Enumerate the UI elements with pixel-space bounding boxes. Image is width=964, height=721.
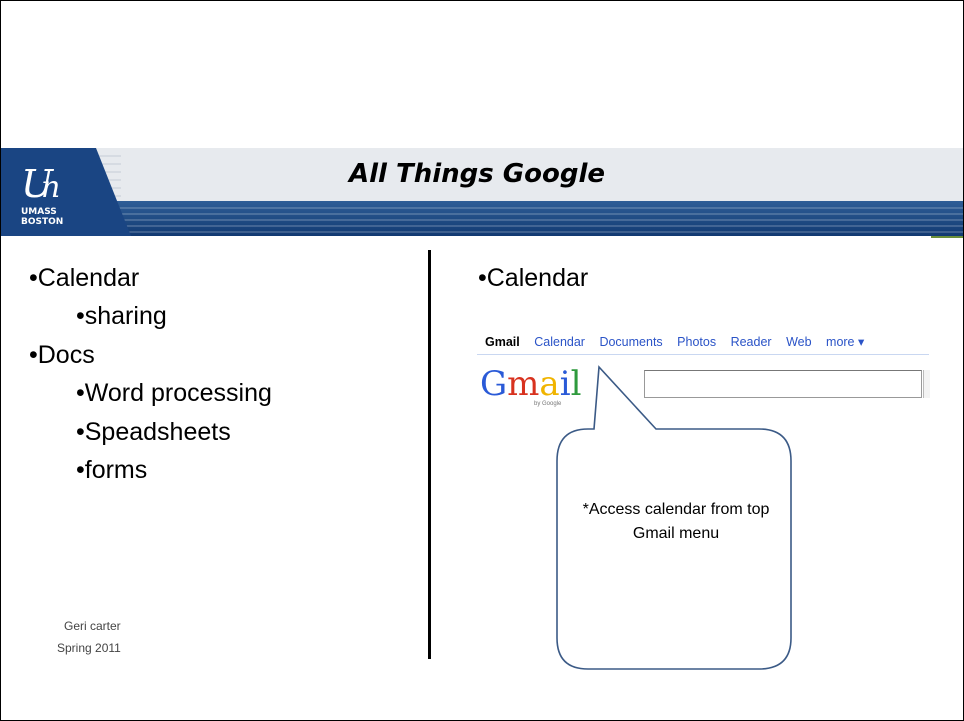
gmail-logo: Gmail xyxy=(480,364,582,404)
nav-separator xyxy=(477,354,929,355)
list-item: •Calendar xyxy=(29,264,140,292)
nav-gmail[interactable]: Gmail xyxy=(485,335,520,349)
column-divider xyxy=(428,250,431,659)
accent-line xyxy=(931,236,963,238)
nav-reader[interactable]: Reader xyxy=(731,335,772,349)
slide: U n UMASS BOSTON All Things Google •Cale… xyxy=(0,0,964,721)
list-item: •Docs xyxy=(29,341,95,369)
gmail-search-input[interactable] xyxy=(644,370,922,398)
nav-photos[interactable]: Photos xyxy=(677,335,716,349)
callout-text: *Access calendar from top Gmail menu xyxy=(582,501,770,542)
list-item: •sharing xyxy=(76,302,167,330)
svg-text:n: n xyxy=(41,170,60,205)
nav-documents[interactable]: Documents xyxy=(599,335,662,349)
gmail-top-menu: Gmail Calendar Documents Photos Reader W… xyxy=(485,334,875,349)
nav-web[interactable]: Web xyxy=(786,335,811,349)
callout-bubble xyxy=(556,365,792,670)
nav-calendar[interactable]: Calendar xyxy=(534,335,585,349)
slide-title: All Things Google xyxy=(349,159,606,189)
logo-line1: UMASS xyxy=(21,207,57,217)
list-item: •forms xyxy=(76,456,148,484)
footer-author: Geri carter xyxy=(64,619,121,633)
list-item: •Word processing xyxy=(76,379,272,407)
gmail-search-edge xyxy=(923,370,930,398)
footer-term: Spring 2011 xyxy=(57,641,121,655)
list-item: •Speadsheets xyxy=(76,418,231,446)
gmail-logo-byline: by Google xyxy=(534,401,562,407)
nav-more[interactable]: more ▾ xyxy=(826,335,864,349)
umass-boston-logo: U n UMASS BOSTON xyxy=(21,162,63,227)
right-heading: •Calendar xyxy=(478,264,589,292)
logo-line2: BOSTON xyxy=(21,217,63,227)
